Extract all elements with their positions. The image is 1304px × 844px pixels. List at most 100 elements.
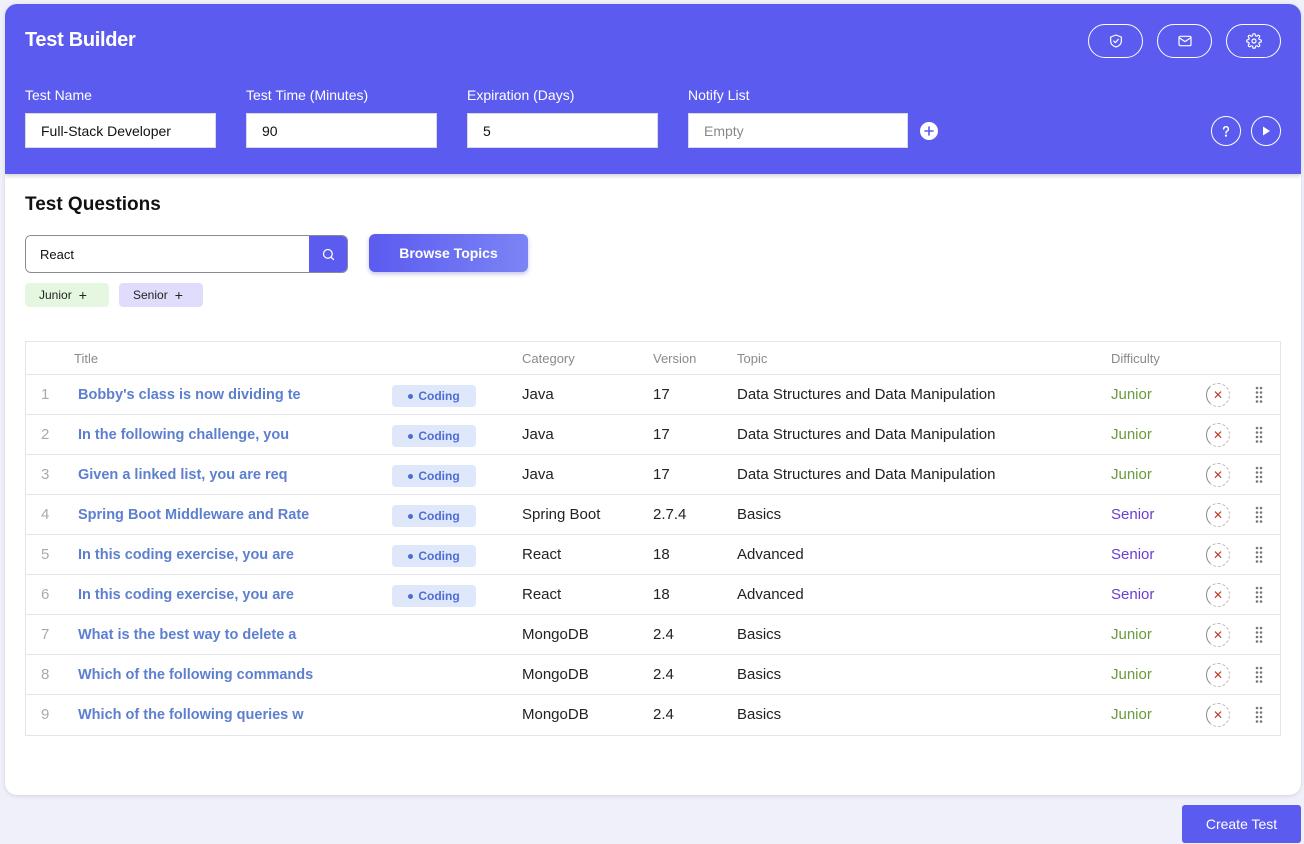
remove-question-button[interactable]: ✕ (1206, 383, 1230, 407)
version-cell: 18 (653, 586, 670, 603)
table-row[interactable]: 6 In this coding exercise, you are Coding R… (26, 575, 1280, 615)
difficulty-cell: Senior (1111, 506, 1155, 523)
column-category: Category (522, 351, 575, 366)
column-title: Title (74, 351, 99, 366)
table-row[interactable]: 5 In this coding exercise, you are Coding R… (26, 535, 1280, 575)
question-title-link[interactable]: In this coding exercise, you are (78, 587, 294, 603)
category-cell: Java (522, 426, 554, 443)
coding-badge: Coding (392, 545, 476, 567)
difficulty-cell: Junior (1111, 466, 1152, 483)
version-cell: 2.4 (653, 626, 674, 643)
question-title-link[interactable]: Given a linked list, you are req (78, 467, 288, 483)
row-number: 4 (41, 506, 50, 523)
chip-label: Senior (133, 288, 168, 302)
notify-list-input[interactable] (688, 113, 908, 148)
dot-icon (408, 513, 414, 519)
table-row[interactable]: 7 What is the best way to delete a MongoDB… (26, 615, 1280, 655)
test-builder-card: Test Builder Test Name Test Time (Minute… (5, 4, 1301, 795)
dot-icon (408, 593, 414, 599)
remove-question-button[interactable]: ✕ (1206, 703, 1230, 727)
drag-handle-icon[interactable] (1254, 385, 1264, 405)
test-name-label: Test Name (25, 87, 92, 103)
play-button[interactable] (1251, 116, 1281, 146)
table-row[interactable]: 1 Bobby's class is now dividing te Coding J… (26, 375, 1280, 415)
chip-junior[interactable]: Junior + (25, 283, 109, 307)
table-row[interactable]: 4 Spring Boot Middleware and Rate Coding Sp… (26, 495, 1280, 535)
remove-question-button[interactable]: ✕ (1206, 583, 1230, 607)
topic-cell: Data Structures and Data Manipulation (737, 426, 996, 443)
table-row[interactable]: 2 In the following challenge, you Coding Ja… (26, 415, 1280, 455)
coding-badge: Coding (392, 505, 476, 527)
row-number: 6 (41, 586, 50, 603)
coding-badge: Coding (392, 385, 476, 407)
category-cell: Java (522, 466, 554, 483)
play-icon (1263, 126, 1270, 136)
test-name-input[interactable] (25, 113, 216, 148)
header-panel: Test Builder Test Name Test Time (Minute… (5, 4, 1301, 174)
browse-topics-button[interactable]: Browse Topics (369, 234, 528, 272)
expiration-input[interactable] (467, 113, 658, 148)
difficulty-cell: Junior (1111, 706, 1152, 723)
drag-handle-icon[interactable] (1254, 625, 1264, 645)
question-title-link[interactable]: What is the best way to delete a (78, 627, 296, 643)
category-cell: Spring Boot (522, 506, 601, 523)
add-notify-button[interactable] (920, 122, 938, 140)
badge-label: Coding (418, 589, 460, 603)
badge-label: Coding (418, 509, 460, 523)
remove-question-button[interactable]: ✕ (1206, 423, 1230, 447)
search-button[interactable] (309, 236, 347, 272)
search-box (25, 235, 348, 273)
search-icon (322, 248, 334, 260)
remove-question-button[interactable]: ✕ (1206, 623, 1230, 647)
coding-badge: Coding (392, 425, 476, 447)
question-title-link[interactable]: Bobby's class is now dividing te (78, 387, 301, 403)
question-title-link[interactable]: In this coding exercise, you are (78, 547, 294, 563)
difficulty-cell: Junior (1111, 426, 1152, 443)
mail-button[interactable] (1157, 24, 1212, 58)
close-icon: ✕ (1212, 388, 1224, 402)
close-icon: ✕ (1212, 588, 1224, 602)
plus-icon: + (174, 287, 183, 303)
question-title-link[interactable]: Which of the following commands (78, 667, 313, 683)
question-title-link[interactable]: Which of the following queries w (78, 707, 304, 723)
version-cell: 17 (653, 426, 670, 443)
drag-handle-icon[interactable] (1254, 505, 1264, 525)
coding-badge: Coding (392, 465, 476, 487)
drag-handle-icon[interactable] (1254, 665, 1264, 685)
security-button[interactable] (1088, 24, 1143, 58)
version-cell: 18 (653, 546, 670, 563)
question-title-link[interactable]: In the following challenge, you (78, 427, 289, 443)
remove-question-button[interactable]: ✕ (1206, 463, 1230, 487)
chip-senior[interactable]: Senior + (119, 283, 203, 307)
drag-handle-icon[interactable] (1254, 585, 1264, 605)
help-icon (1222, 125, 1230, 137)
help-button[interactable] (1211, 116, 1241, 146)
close-icon: ✕ (1212, 628, 1224, 642)
category-cell: Java (522, 386, 554, 403)
search-input[interactable] (26, 236, 310, 272)
settings-button[interactable] (1226, 24, 1281, 58)
difficulty-cell: Junior (1111, 386, 1152, 403)
remove-question-button[interactable]: ✕ (1206, 663, 1230, 687)
close-icon: ✕ (1212, 468, 1224, 482)
close-icon: ✕ (1212, 508, 1224, 522)
mail-icon (1177, 35, 1192, 47)
question-title-link[interactable]: Spring Boot Middleware and Rate (78, 507, 309, 523)
dot-icon (408, 433, 414, 439)
close-icon: ✕ (1212, 708, 1224, 722)
drag-handle-icon[interactable] (1254, 705, 1264, 725)
table-row[interactable]: 3 Given a linked list, you are req Coding J… (26, 455, 1280, 495)
create-test-button[interactable]: Create Test (1182, 805, 1301, 843)
drag-handle-icon[interactable] (1254, 465, 1264, 485)
remove-question-button[interactable]: ✕ (1206, 503, 1230, 527)
test-time-label: Test Time (Minutes) (246, 87, 369, 103)
drag-handle-icon[interactable] (1254, 425, 1264, 445)
table-row[interactable]: 9 Which of the following queries w MongoDB… (26, 695, 1280, 735)
remove-question-button[interactable]: ✕ (1206, 543, 1230, 567)
drag-handle-icon[interactable] (1254, 545, 1264, 565)
table-row[interactable]: 8 Which of the following commands MongoDB 2… (26, 655, 1280, 695)
category-cell: MongoDB (522, 666, 589, 683)
close-icon: ✕ (1212, 548, 1224, 562)
test-time-input[interactable] (246, 113, 437, 148)
badge-label: Coding (418, 549, 460, 563)
